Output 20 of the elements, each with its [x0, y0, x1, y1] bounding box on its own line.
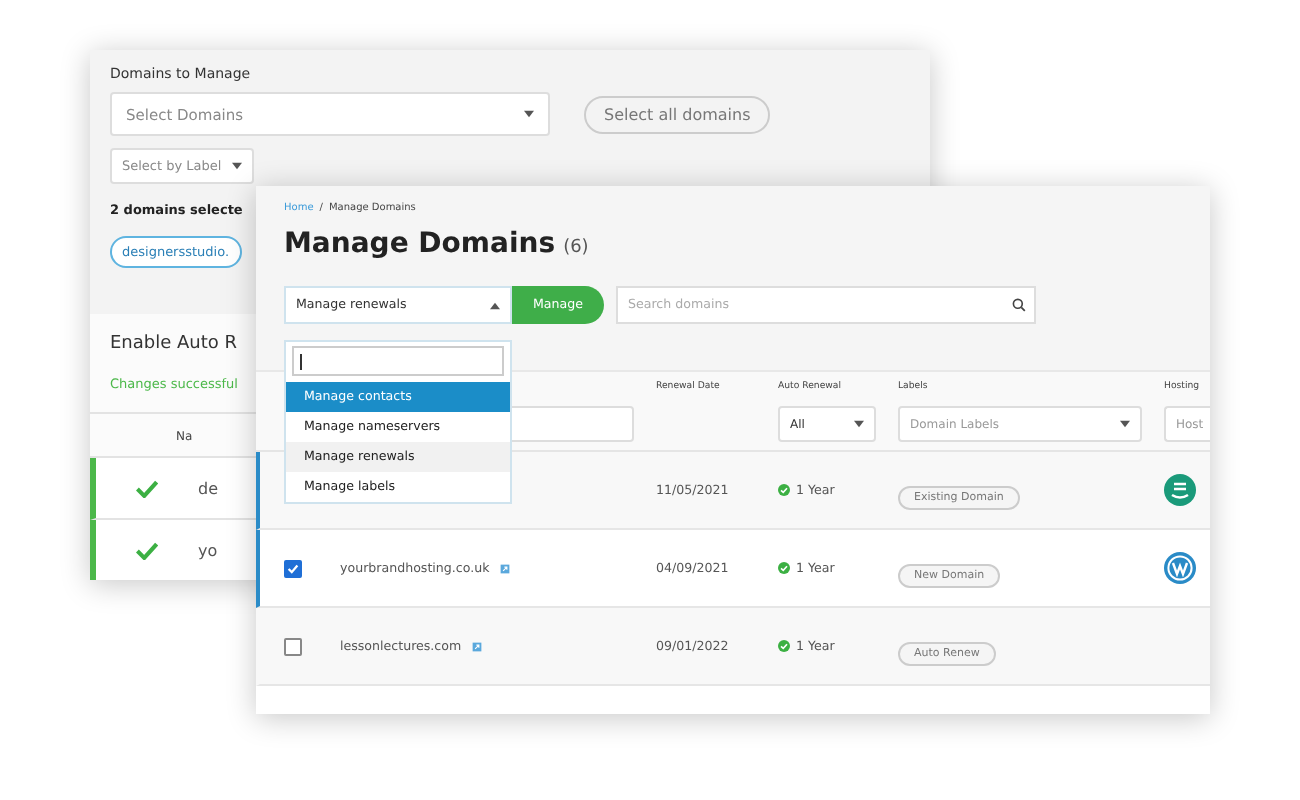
- caret-icon: [1120, 420, 1130, 428]
- domain-name: de: [198, 479, 218, 497]
- external-link-icon[interactable]: [471, 641, 482, 651]
- caret-icon: [232, 162, 242, 170]
- section-title: Enable Auto R: [108, 334, 240, 354]
- caret-icon: [854, 420, 864, 428]
- domain-count: (6): [563, 238, 589, 258]
- checkbox[interactable]: [284, 637, 302, 655]
- menu-search-field[interactable]: [292, 346, 504, 376]
- domain-name: yo: [198, 541, 218, 559]
- check-circle-icon: [778, 640, 790, 652]
- check-circle-icon: [778, 484, 790, 496]
- external-link-icon[interactable]: [499, 563, 510, 573]
- page-title: Manage Domains: [284, 228, 556, 260]
- select-all-button[interactable]: Select all domains: [584, 95, 771, 133]
- caret-icon: [524, 110, 534, 118]
- check-circle-icon: [778, 562, 790, 574]
- caret-icon: [490, 301, 500, 309]
- checkbox[interactable]: [284, 559, 302, 577]
- search-icon: [1012, 298, 1026, 312]
